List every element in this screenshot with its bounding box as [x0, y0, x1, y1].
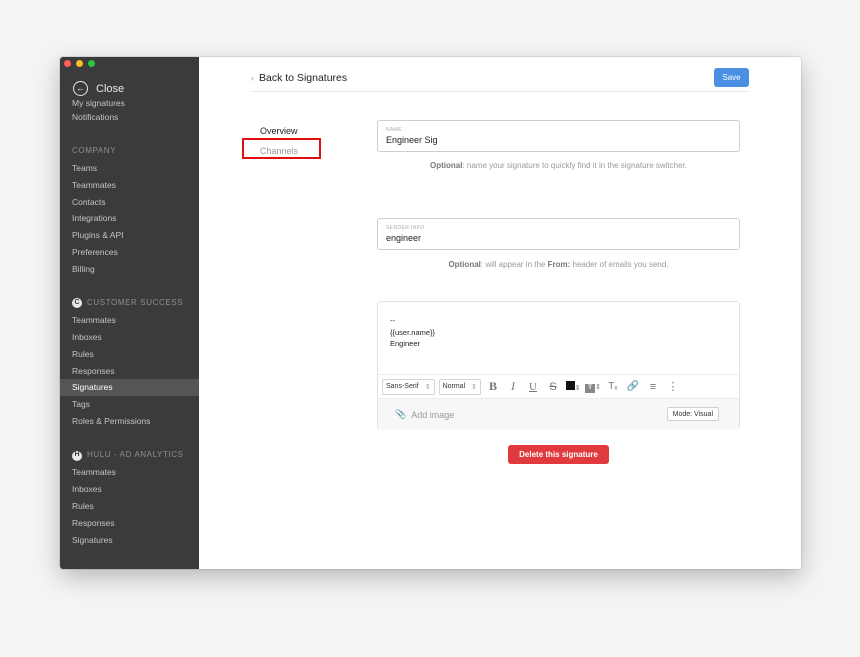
back-link[interactable]: ‹ Back to Signatures — [251, 72, 347, 84]
sender-hint-mid: : will appear in the — [480, 260, 548, 269]
more-options-icon[interactable]: ⋮ — [665, 380, 681, 393]
sidebar-item-hulu-inboxes[interactable]: Inboxes — [60, 481, 199, 498]
customer-success-header-label: CUSTOMER SUCCESS — [87, 298, 184, 308]
main-panel: ‹ Back to Signatures Save Overview Chann… — [199, 57, 801, 569]
close-window-button[interactable] — [64, 60, 71, 67]
editor-line: Engineer — [390, 339, 421, 348]
section-header-company: COMPANY — [60, 143, 199, 160]
back-label: Back to Signatures — [259, 72, 348, 84]
sidebar-item-cs-tags[interactable]: Tags — [60, 396, 199, 413]
sidebar-item-cs-teammates[interactable]: Teammates — [60, 312, 199, 329]
sender-hint-from: From: — [547, 260, 571, 269]
sidebar-item-cs-roles[interactable]: Roles & Permissions — [60, 413, 199, 430]
sidebar-list: My signatures Notifications COMPANY Team… — [60, 100, 199, 548]
sidebar-item-hulu-teammates[interactable]: Teammates — [60, 464, 199, 481]
editor-toolbar: Sans-Serif ⇕ Normal ⇕ B I U S ⇕ T ⇕ Tₓ 🔗 … — [378, 374, 739, 398]
editor-content[interactable]: -- {{user.name}} Engineer — [390, 315, 435, 350]
back-arrow-icon: ← — [73, 81, 88, 96]
zoom-window-button[interactable] — [88, 60, 95, 67]
sidebar-item-integrations[interactable]: Integrations — [60, 210, 199, 227]
delete-signature-button[interactable]: Delete this signature — [508, 445, 609, 464]
close-settings-button[interactable]: ← Close — [73, 81, 124, 96]
app-window: ← Close My signatures Notifications COMP… — [60, 57, 801, 569]
sidebar-item-contacts[interactable]: Contacts — [60, 194, 199, 211]
sender-field-label: SENDER INFO — [386, 225, 425, 231]
sidebar-item-cs-inboxes[interactable]: Inboxes — [60, 329, 199, 346]
select-arrows-icon: ⇕ — [424, 383, 431, 391]
underline-icon[interactable]: U — [525, 381, 541, 393]
section-header-hulu: H HULU - AD ANALYTICS — [60, 447, 199, 464]
signature-editor: -- {{user.name}} Engineer Sans-Serif ⇕ N… — [377, 301, 740, 430]
font-family-value: Sans-Serif — [386, 383, 419, 390]
sender-hint: Optional: will appear in the From: heade… — [377, 260, 740, 269]
chevron-left-icon: ‹ — [251, 73, 254, 83]
signature-tabs: Overview Channels — [242, 121, 321, 161]
list-icon[interactable]: ≡ — [645, 381, 661, 393]
sidebar-item-hulu-signatures[interactable]: Signatures — [60, 532, 199, 549]
sender-hint-end: header of emails you send. — [570, 260, 669, 269]
name-hint: Optional: name your signature to quickly… — [377, 161, 740, 170]
font-size-select[interactable]: Normal ⇕ — [438, 378, 481, 395]
background-color-icon[interactable]: T ⇕ — [585, 380, 601, 393]
window-controls — [64, 60, 95, 67]
paperclip-icon: 📎 — [395, 409, 407, 419]
sidebar-item-cs-responses[interactable]: Responses — [60, 363, 199, 380]
link-icon[interactable]: 🔗 — [625, 381, 641, 392]
strikethrough-icon[interactable]: S — [545, 381, 561, 393]
sidebar-item-teammates[interactable]: Teammates — [60, 177, 199, 194]
top-bar: ‹ Back to Signatures Save — [251, 68, 749, 92]
sidebar-item-preferences[interactable]: Preferences — [60, 244, 199, 261]
sidebar-item-cs-rules[interactable]: Rules — [60, 346, 199, 363]
editor-line: {{user.name}} — [390, 327, 436, 337]
name-hint-text: : name your signature to quickly find it… — [462, 161, 687, 170]
sidebar-item-hulu-rules[interactable]: Rules — [60, 498, 199, 515]
bold-icon[interactable]: B — [485, 379, 501, 394]
name-hint-strong: Optional — [429, 161, 463, 170]
add-image-label: Add image — [411, 409, 455, 420]
select-arrows-icon: ⇕ — [471, 383, 477, 391]
add-image-button[interactable]: 📎 Add image — [395, 409, 454, 420]
hulu-header-label: HULU - AD ANALYTICS — [87, 450, 184, 460]
sidebar-item-plugins-api[interactable]: Plugins & API — [60, 227, 199, 244]
sender-hint-strong: Optional — [448, 260, 481, 269]
sidebar-item-cs-signatures[interactable]: Signatures — [60, 379, 199, 397]
text-color-icon[interactable]: ⇕ — [565, 380, 581, 393]
font-size-value: Normal — [442, 383, 466, 390]
save-button[interactable]: Save — [714, 68, 749, 87]
sidebar-item-hulu-responses[interactable]: Responses — [60, 515, 199, 532]
minimize-window-button[interactable] — [76, 60, 83, 67]
highlight-box — [242, 138, 321, 159]
team-avatar: C — [72, 298, 82, 309]
sidebar-item-my-signatures[interactable]: My signatures — [60, 100, 199, 109]
sidebar-item-notifications[interactable]: Notifications — [60, 109, 199, 126]
name-field[interactable]: NAME Engineer Sig — [377, 120, 740, 152]
name-field-label: NAME — [386, 127, 403, 133]
name-field-value[interactable]: Engineer Sig — [386, 135, 731, 145]
sender-info-field[interactable]: SENDER INFO engineer — [377, 218, 740, 250]
italic-icon[interactable]: I — [505, 379, 521, 394]
sidebar-item-billing[interactable]: Billing — [60, 261, 199, 278]
close-label: Close — [96, 82, 125, 95]
section-header-customer-success: C CUSTOMER SUCCESS — [60, 295, 199, 312]
team-avatar: H — [72, 450, 82, 461]
editor-line: -- — [390, 316, 395, 325]
mode-toggle-button[interactable]: Mode: Visual — [666, 407, 719, 421]
company-header-label: COMPANY — [72, 145, 117, 155]
editor-footer: 📎 Add image Mode: Visual — [378, 398, 739, 430]
sidebar-item-teams[interactable]: Teams — [60, 160, 199, 177]
font-family-select[interactable]: Sans-Serif ⇕ — [382, 378, 435, 395]
sender-field-value[interactable]: engineer — [386, 233, 731, 243]
clear-format-icon[interactable]: Tₓ — [605, 381, 621, 392]
sidebar: ← Close My signatures Notifications COMP… — [60, 57, 199, 569]
